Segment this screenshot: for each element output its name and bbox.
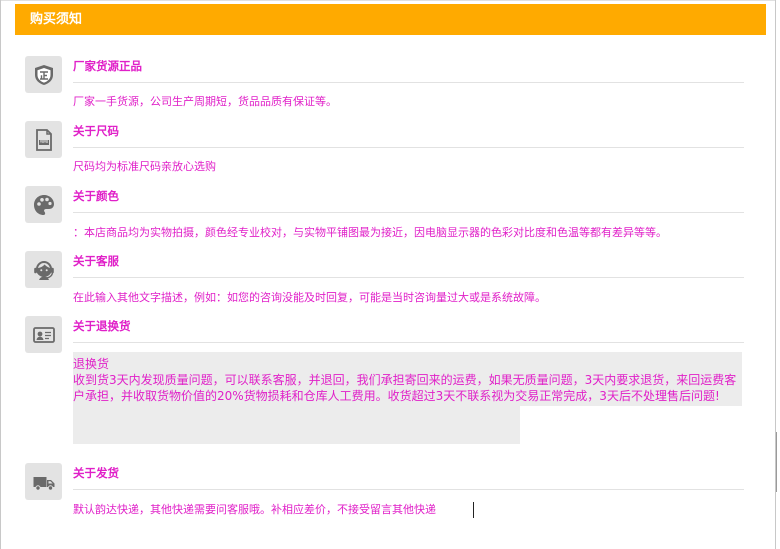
customer-service-icon xyxy=(25,251,62,288)
section-desc-shipping[interactable]: 默认韵达快递，其他快递需要问客服哦。补相应差价，不接受留言其他快递 xyxy=(73,503,436,517)
palette-icon xyxy=(25,186,62,223)
returns-policy-text[interactable]: 退换货 收到货3天内发现质量问题，可以联系客服，并退回，我们承担寄回来的运费，如… xyxy=(73,356,745,404)
id-card-icon xyxy=(25,316,62,353)
section-desc-color: ：本店商品均为实物拍摄，颜色经专业校对，与实物平铺图最为接近，因电脑显示器的色彩… xyxy=(73,226,667,239)
section-header: 购买须知 xyxy=(15,4,766,35)
section-divider xyxy=(73,82,744,83)
ruler-document-icon xyxy=(25,121,62,158)
section-divider xyxy=(73,212,744,213)
section-divider xyxy=(73,147,744,148)
resize-edge[interactable] xyxy=(776,432,780,492)
header-title: 购买须知 xyxy=(30,12,83,27)
section-title-shipping: 关于发货 xyxy=(73,466,119,480)
section-desc-service: 在此输入其他文字描述，例如：如您的咨询没能及时回复，可能是当时咨询量过大或是系统… xyxy=(73,291,546,304)
text-caret xyxy=(473,502,474,518)
truck-icon xyxy=(25,463,62,500)
section-title-size: 关于尺码 xyxy=(73,124,119,138)
badge-zheng-icon xyxy=(25,56,62,93)
section-title-color: 关于颜色 xyxy=(73,189,119,203)
returns-policy-line: 收到货3天内发现质量问题，可以联系客服，并退回，我们承担寄回来的运费，如果无质量… xyxy=(73,373,737,387)
frame-top-border xyxy=(0,0,776,1)
returns-policy-line: 户承担，并收取货物价值的20%货物损耗和仓库人工费用。收货超过3天不联系视为交易… xyxy=(73,389,720,403)
section-title-authentic: 厂家货源正品 xyxy=(73,59,142,73)
section-divider xyxy=(73,277,744,278)
section-title-service: 关于客服 xyxy=(73,254,119,268)
returns-text-highlight-extension xyxy=(73,404,520,444)
section-desc-size: 尺码均为标准尺码亲放心选购 xyxy=(73,160,216,173)
section-divider xyxy=(73,342,744,343)
section-desc-authentic: 厂家一手货源，公司生产周期短，货品品质有保证等。 xyxy=(73,95,337,108)
frame-left-border xyxy=(0,0,1,549)
section-title-returns: 关于退换货 xyxy=(73,319,131,333)
section-divider xyxy=(73,489,744,490)
returns-policy-line: 退换货 xyxy=(73,357,110,371)
